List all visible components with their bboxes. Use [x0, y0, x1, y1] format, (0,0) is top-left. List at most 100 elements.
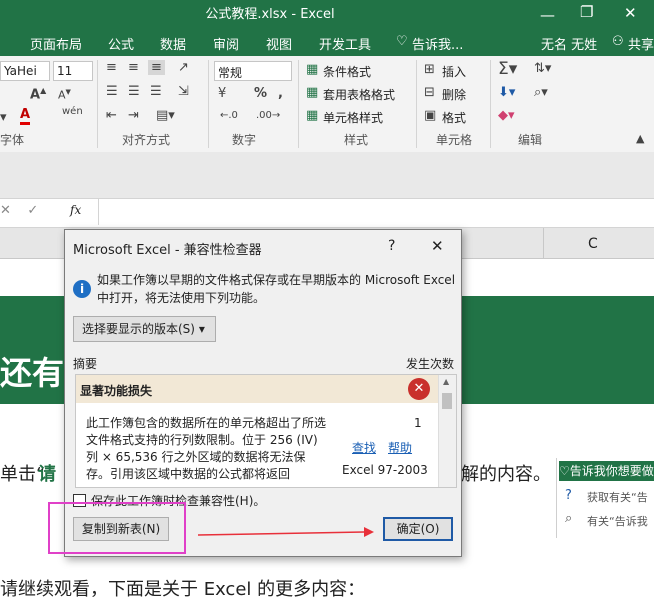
delete-button[interactable]: 删除	[442, 86, 466, 103]
autosum-icon[interactable]: Σ▾	[498, 59, 517, 79]
dialog-close-button[interactable]: ✕	[431, 237, 444, 255]
align-bottom-icon[interactable]: ≡	[148, 60, 165, 75]
restore-icon[interactable]: ❐	[580, 3, 593, 21]
percent-icon[interactable]: %	[254, 86, 267, 101]
ribbon-gap	[0, 152, 654, 198]
issue-description: 此工作簿包含的数据所在的单元格超出了所选文件格式支持的行列数限制。位于 256 …	[86, 416, 327, 481]
annotation-arrow	[197, 527, 374, 537]
comma-style-icon[interactable]: ,	[278, 86, 283, 101]
shrink-font-icon[interactable]: A▼	[58, 88, 71, 102]
tab-view[interactable]: 视图	[266, 34, 292, 53]
scroll-thumb[interactable]	[442, 393, 452, 409]
formula-input[interactable]	[98, 199, 654, 225]
annotation-highlight-box	[48, 502, 186, 554]
instruction-end: 解的内容。	[461, 464, 551, 485]
lightbulb-icon: ♡	[396, 34, 408, 49]
font-group-label: 字体	[0, 133, 25, 147]
minimize-icon[interactable]: —	[540, 6, 555, 24]
issue-count: 1	[414, 416, 422, 430]
delete-cells-icon: ⊟	[424, 85, 435, 100]
find-link[interactable]: 查找	[352, 439, 376, 456]
issue-version: Excel 97-2003	[342, 463, 428, 477]
banner-heading: 还有	[0, 354, 65, 392]
font-color-icon[interactable]: A	[20, 108, 31, 125]
column-header-c[interactable]: C	[588, 236, 598, 252]
ok-button[interactable]: 确定(O)	[383, 517, 453, 541]
tab-developer[interactable]: 开发工具	[319, 34, 371, 53]
orientation-icon[interactable]: ↗	[178, 60, 189, 75]
scrollbar[interactable]: ▲	[438, 375, 456, 487]
dialog-title: Microsoft Excel - 兼容性检查器	[73, 243, 262, 258]
conditional-format-icon: ▦	[306, 62, 319, 77]
format-cells-icon: ▣	[424, 108, 437, 123]
summary-label: 摘要	[73, 357, 98, 371]
fill-icon[interactable]: ⬇▾	[498, 85, 515, 100]
font-name-select[interactable]: YaHei	[0, 61, 50, 81]
dropdown-arrow-icon: ▾	[198, 322, 205, 336]
issue-category-row: 显著功能损失 ✕	[76, 375, 438, 403]
alignment-group-label: 对齐方式	[122, 133, 171, 147]
merge-center-icon[interactable]: ▤▾	[156, 108, 175, 123]
cell-styles-icon: ▦	[306, 108, 319, 123]
dialog-info-text: 如果工作簿以早期的文件格式保存或在早期版本的 Microsoft Excel 中…	[97, 273, 456, 305]
editing-group-label: 编辑	[518, 133, 543, 147]
wrap-text-icon[interactable]: ⇲	[178, 84, 189, 99]
align-middle-icon[interactable]: ≡	[128, 60, 139, 75]
currency-icon[interactable]: ¥	[218, 86, 226, 101]
align-right-icon[interactable]: ☰	[150, 84, 162, 99]
separator	[490, 60, 491, 148]
issue-list[interactable]: 显著功能损失 ✕ 此工作簿包含的数据所在的单元格超出了所选文件格式支持的行列数限…	[75, 374, 457, 488]
tab-data[interactable]: 数据	[160, 34, 186, 53]
find-select-icon[interactable]: ⌕▾	[534, 85, 548, 100]
formula-bar: ✕ ✓ fx	[0, 198, 654, 228]
insert-button[interactable]: 插入	[442, 63, 466, 80]
help-circle-icon: ?	[565, 488, 572, 503]
align-left-icon[interactable]: ☰	[106, 84, 118, 99]
number-group-label: 数字	[232, 133, 257, 147]
help-link[interactable]: 帮助	[388, 439, 412, 456]
instruction-bold: 请	[38, 464, 56, 485]
column-divider	[543, 228, 544, 258]
decrease-decimal-icon[interactable]: .00→	[256, 110, 280, 121]
increase-indent-icon[interactable]: ⇥	[128, 108, 139, 123]
lightbulb-icon: ♡	[559, 464, 570, 478]
conditional-format-button[interactable]: 条件格式	[323, 63, 371, 80]
bottom-line: 请继续观看，下面是关于 Excel 的更多内容：	[0, 579, 366, 600]
separator	[416, 60, 417, 148]
sort-filter-icon[interactable]: ⇅▾	[534, 61, 551, 76]
fx-icon[interactable]: fx	[70, 203, 81, 217]
align-center-icon[interactable]: ☰	[128, 84, 140, 99]
scroll-up-icon[interactable]: ▲	[443, 377, 449, 386]
increase-decimal-icon[interactable]: ←.0	[220, 110, 238, 121]
close-window-icon[interactable]: ✕	[624, 4, 637, 22]
user-name[interactable]: 无名 无姓	[541, 34, 597, 53]
format-as-table-button[interactable]: 套用表格格式	[323, 86, 395, 103]
clear-icon[interactable]: ◆▾	[498, 108, 515, 123]
select-version-button[interactable]: 选择要显示的版本(S) ▾	[73, 316, 216, 342]
person-icon: ⚇	[612, 34, 624, 49]
fill-color-icon[interactable]: ▾	[0, 110, 7, 125]
grow-font-icon[interactable]: A▲	[30, 86, 46, 102]
format-button[interactable]: 格式	[442, 109, 466, 126]
cell-styles-button[interactable]: 单元格样式	[323, 109, 383, 126]
phonetic-icon[interactable]: wén	[62, 106, 83, 117]
tab-page-layout[interactable]: 页面布局	[30, 34, 82, 53]
tell-me-item-1[interactable]: 获取有关“告	[587, 489, 648, 505]
cells-group-label: 单元格	[436, 133, 473, 147]
align-top-icon[interactable]: ≡	[106, 60, 117, 75]
tell-me-header[interactable]: ♡告诉我你想要做	[559, 461, 654, 481]
cancel-icon[interactable]: ✕ ✓	[0, 203, 56, 218]
styles-group-label: 样式	[344, 133, 369, 147]
dialog-help-button[interactable]: ?	[388, 238, 395, 254]
font-size-select[interactable]: 11	[53, 61, 93, 81]
issue-category: 显著功能损失	[80, 384, 153, 398]
tab-review[interactable]: 审阅	[213, 34, 239, 53]
decrease-indent-icon[interactable]: ⇤	[106, 108, 117, 123]
number-format-select[interactable]: 常规	[214, 61, 292, 81]
tell-me-box[interactable]: 告诉我...	[412, 34, 463, 53]
share-button[interactable]: 共享	[628, 34, 654, 53]
collapse-ribbon-icon[interactable]: ▲	[636, 132, 644, 145]
tell-me-item-2[interactable]: 有关“告诉我	[587, 513, 648, 529]
tab-formulas[interactable]: 公式	[108, 34, 134, 53]
info-icon: i	[73, 280, 91, 298]
